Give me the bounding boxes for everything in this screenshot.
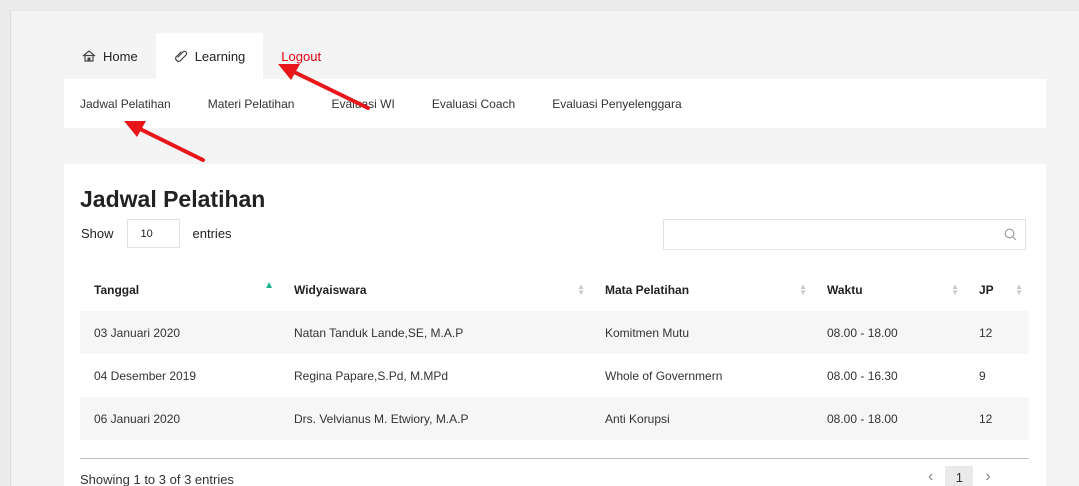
cell-jp: 12 (965, 397, 1029, 440)
cell-mata-pelatihan: Anti Korupsi (591, 397, 813, 440)
sort-both-icon: ▲ ▼ (799, 282, 807, 297)
tab-learning-label: Learning (194, 48, 246, 64)
chevron-right-icon[interactable]: › (981, 468, 994, 486)
column-header-widyaiswara[interactable]: Widyaiswara ▲ ▼ (280, 269, 591, 311)
cell-waktu: 08.00 - 16.30 (827, 368, 898, 383)
cell-waktu: 08.00 - 18.00 (813, 397, 965, 440)
paperclip-icon (174, 50, 187, 62)
subnav-evaluasi-wi[interactable]: Evaluasi WI (331, 97, 394, 111)
table-row: 03 Januari 2020 Natan Tanduk Lande,SE, M… (80, 311, 1029, 354)
column-header-label: JP (979, 283, 994, 297)
subnav-jadwal-pelatihan[interactable]: Jadwal Pelatihan (80, 97, 171, 111)
column-header-tanggal[interactable]: Tanggal ▲ (80, 269, 280, 311)
search-input[interactable] (663, 219, 1026, 250)
subnav-materi-pelatihan[interactable]: Materi Pelatihan (208, 97, 295, 111)
home-icon (82, 50, 96, 62)
column-header-label: Widyaiswara (294, 283, 367, 297)
cell-mata-pelatihan: Whole of Governmern (605, 368, 723, 383)
schedule-card: Jadwal Pelatihan Show 10 entries Tanggal… (64, 164, 1046, 486)
column-header-label: Tanggal (94, 283, 140, 297)
cell-widyaiswara: Natan Tanduk Lande,SE, M.A.P (280, 311, 591, 354)
sort-both-icon: ▲ ▼ (577, 282, 585, 297)
tab-logout[interactable]: Logout (263, 33, 339, 79)
entries-label: entries (192, 226, 232, 241)
entries-control: Show 10 entries (81, 219, 232, 248)
tab-home-label: Home (103, 48, 138, 64)
sort-asc-icon: ▲ (264, 280, 274, 291)
cell-widyaiswara: Drs. Velvianus M. Etwiory, M.A.P (280, 397, 591, 440)
table-divider (80, 458, 1029, 459)
column-header-label: Waktu (827, 283, 863, 297)
show-label: Show (81, 226, 114, 241)
tab-logout-label: Logout (281, 48, 322, 64)
table-header-row: Tanggal ▲ Widyaiswara ▲ ▼ Mata Pelatihan … (80, 269, 1029, 311)
sort-both-icon: ▲ ▼ (951, 282, 959, 297)
page-number-button[interactable]: 1 (945, 466, 974, 486)
column-header-jp[interactable]: JP ▲ ▼ (965, 269, 1029, 311)
table-row: 04 Desember 2019 Regina Papare,S.Pd, M.M… (80, 354, 1029, 397)
table-info: Showing 1 to 3 of 3 entries (80, 472, 234, 486)
cell-jp: 12 (965, 311, 1029, 354)
column-header-mata-pelatihan[interactable]: Mata Pelatihan ▲ ▼ (591, 269, 813, 311)
schedule-table: Tanggal ▲ Widyaiswara ▲ ▼ Mata Pelatihan … (80, 269, 1029, 440)
cell-tanggal: 06 Januari 2020 (80, 397, 280, 440)
chevron-left-icon[interactable]: ‹ (924, 468, 937, 486)
subnav-evaluasi-penyelenggara[interactable]: Evaluasi Penyelenggara (552, 97, 681, 111)
cell-tanggal: 03 Januari 2020 (80, 311, 280, 354)
search-icon (1004, 228, 1017, 241)
cell-tanggal: 04 Desember 2019 (94, 368, 197, 383)
entries-select-value: 10 (140, 227, 153, 240)
sort-both-icon: ▲ ▼ (1015, 282, 1023, 297)
page-title: Jadwal Pelatihan (80, 186, 266, 212)
cell-jp: 9 (979, 368, 986, 383)
entries-select[interactable]: 10 (126, 219, 180, 248)
subnav-evaluasi-coach[interactable]: Evaluasi Coach (432, 97, 515, 111)
tab-home[interactable]: Home (64, 33, 156, 79)
column-header-label: Mata Pelatihan (605, 283, 690, 297)
sub-navigation: Jadwal Pelatihan Materi Pelatihan Evalua… (64, 79, 1046, 128)
table-row: 06 Januari 2020 Drs. Velvianus M. Etwior… (80, 397, 1029, 440)
top-navigation: Home Learning Logout (64, 33, 339, 79)
cell-widyaiswara: Regina Papare,S.Pd, M.MPd (294, 368, 449, 383)
cell-waktu: 08.00 - 18.00 (813, 311, 965, 354)
pagination: ‹ 1 › (924, 466, 995, 486)
tab-learning[interactable]: Learning (155, 33, 264, 79)
cell-mata-pelatihan: Komitmen Mutu (591, 311, 813, 354)
column-header-waktu[interactable]: Waktu ▲ ▼ (813, 269, 965, 311)
